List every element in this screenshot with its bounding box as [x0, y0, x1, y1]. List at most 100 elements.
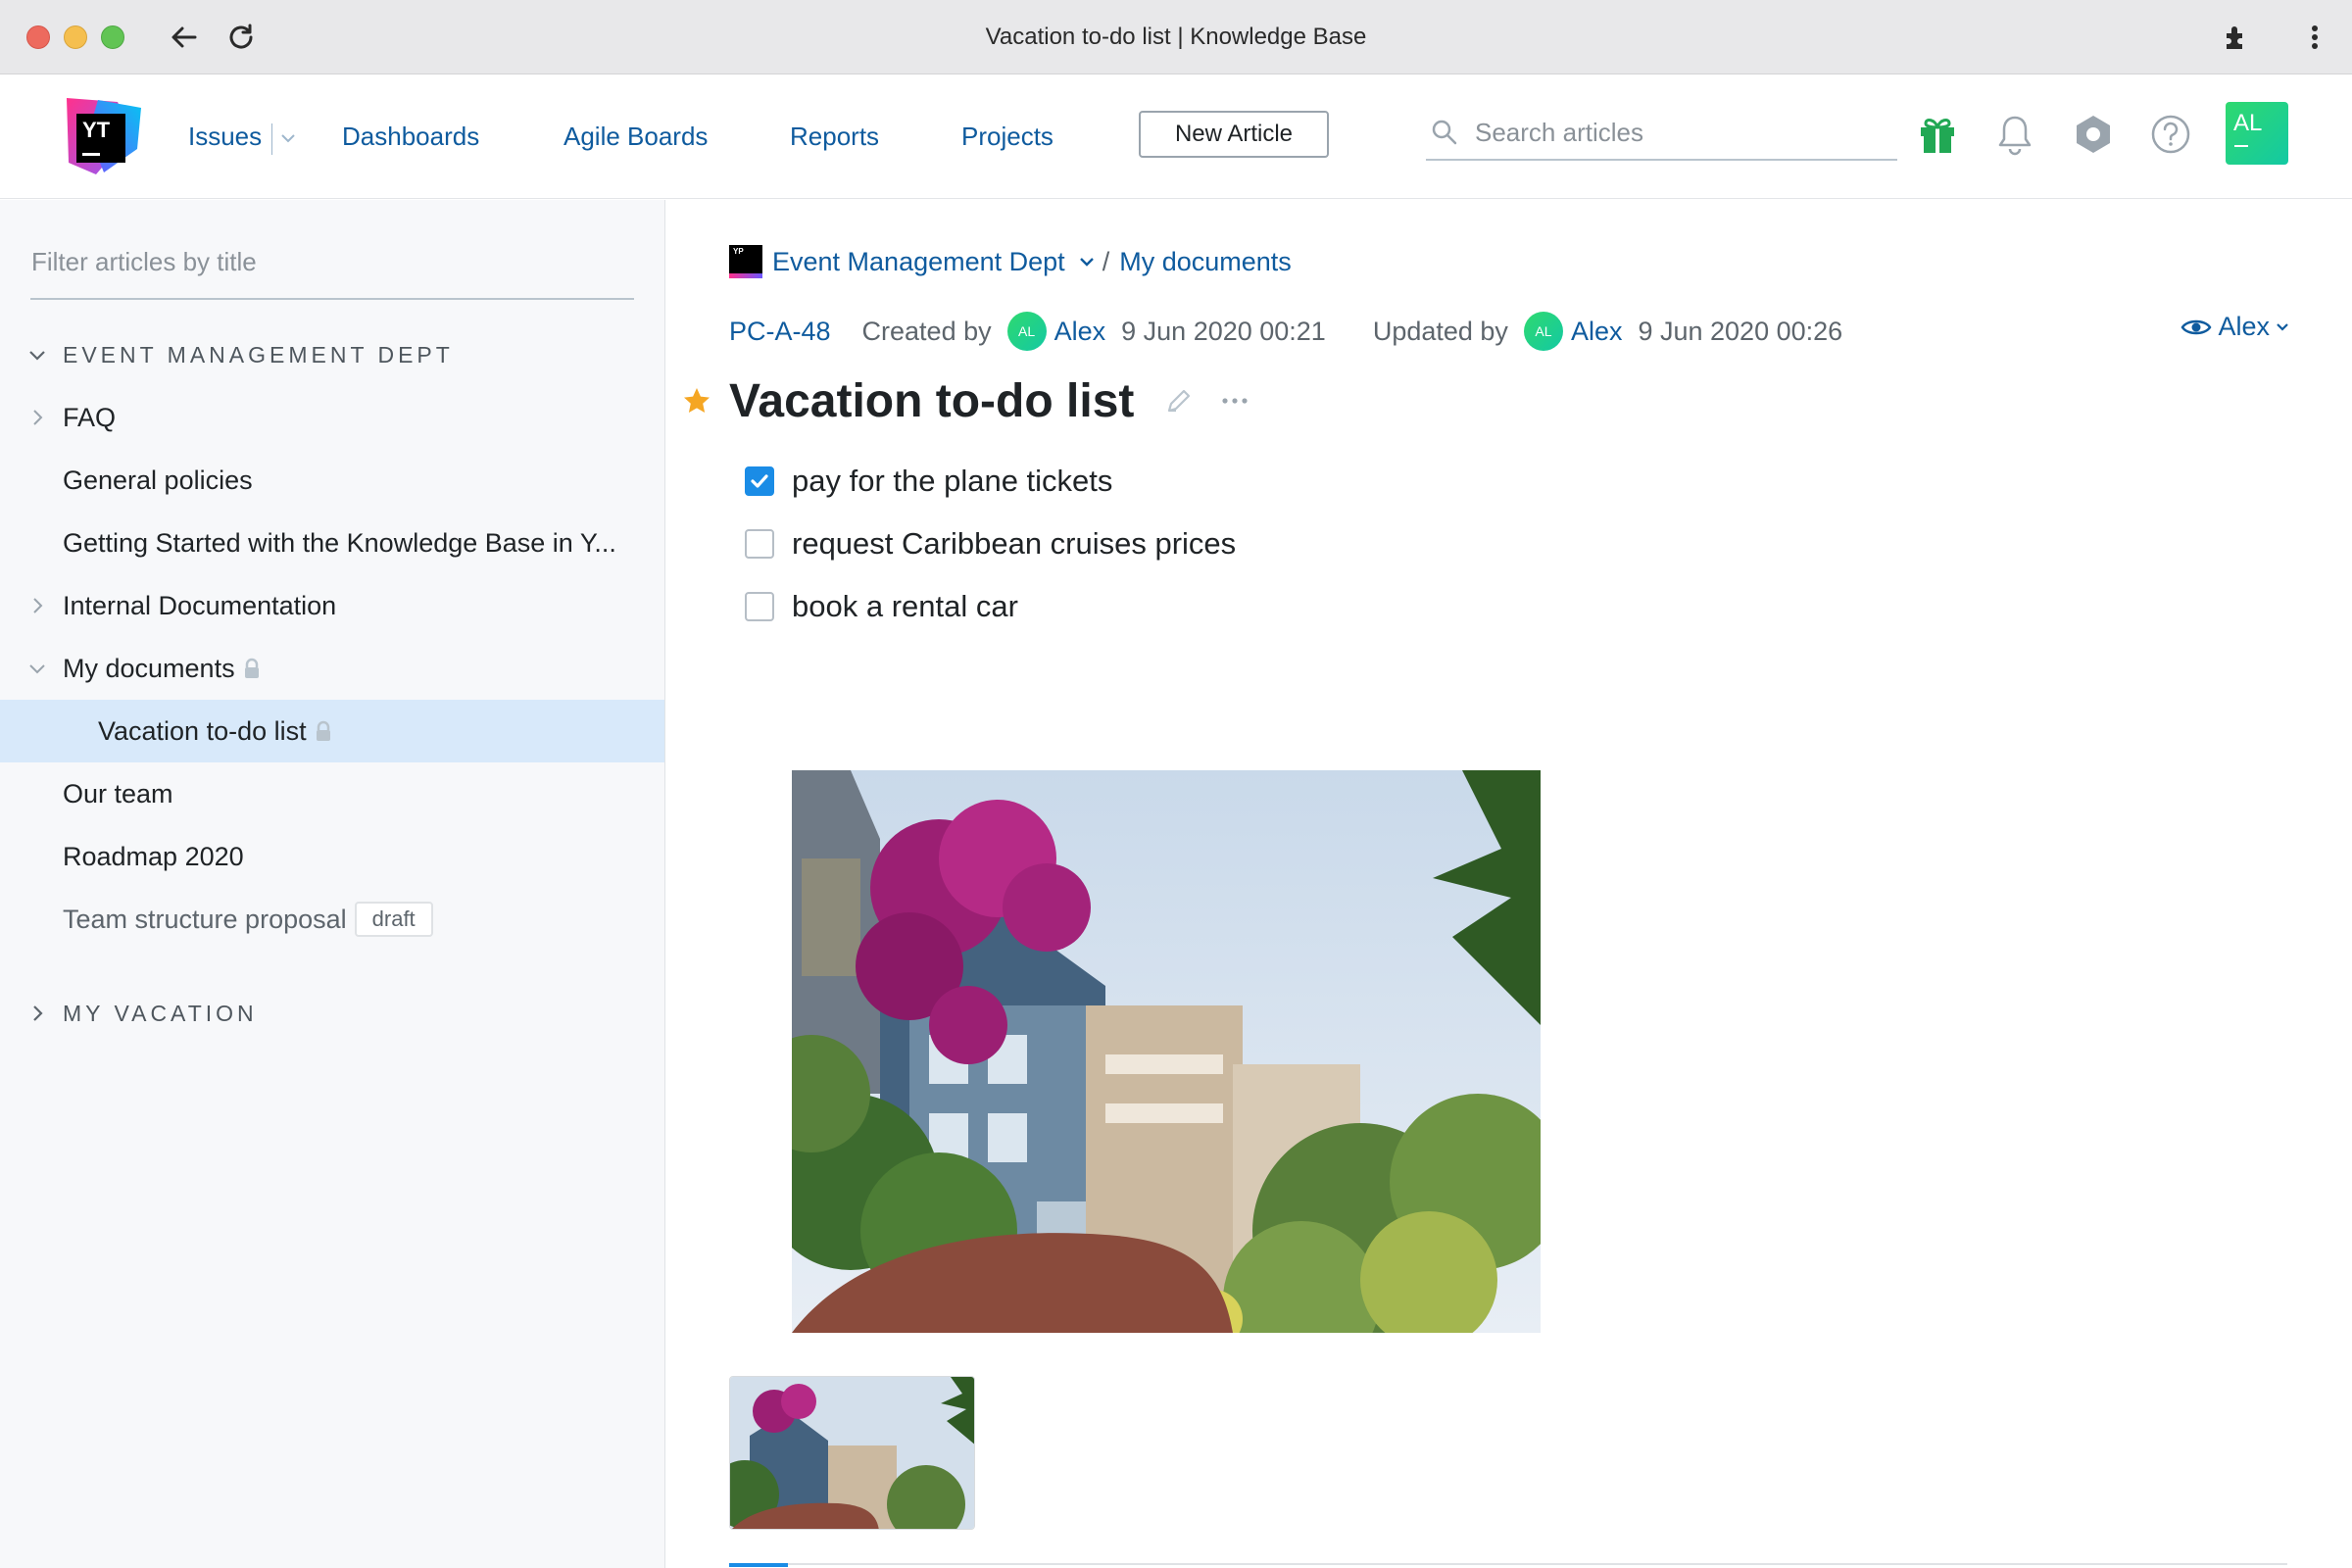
filter-placeholder: Filter articles by title — [31, 247, 257, 276]
lock-icon — [315, 702, 332, 764]
help-icon[interactable] — [2146, 110, 2195, 159]
tree-item-label: FAQ — [63, 403, 117, 432]
back-arrow-icon[interactable] — [167, 20, 202, 55]
search-input[interactable]: Search articles — [1426, 110, 1897, 161]
tree-item-label: Vacation to-do list — [98, 716, 307, 746]
nav-agile-boards[interactable]: Agile Boards — [564, 74, 708, 199]
updated-label: Updated by — [1372, 316, 1508, 346]
star-icon[interactable] — [682, 386, 711, 416]
pencil-icon[interactable] — [1163, 385, 1195, 416]
created-label: Created by — [861, 316, 992, 346]
author-avatar[interactable]: AL — [1523, 312, 1563, 351]
tree-item-label: Team structure proposal — [63, 905, 347, 934]
extensions-icon[interactable] — [2219, 20, 2254, 55]
user-avatar[interactable]: AL — [2226, 102, 2288, 165]
settings-icon[interactable] — [2069, 110, 2118, 159]
chevron-right-icon[interactable] — [27, 386, 47, 449]
close-window-button[interactable] — [26, 25, 50, 49]
todo-text: pay for the plane tickets — [792, 464, 1113, 498]
nav-issues[interactable]: Issues — [188, 74, 262, 199]
tree-item-roadmap-2020[interactable]: Roadmap 2020 — [0, 825, 664, 888]
article-meta: PC-A-48 Created by AL Alex 9 Jun 2020 00… — [729, 310, 1842, 353]
search-placeholder: Search articles — [1475, 118, 1643, 147]
tree-item-label: Roadmap 2020 — [63, 842, 244, 871]
filter-articles-input[interactable]: Filter articles by title — [30, 235, 634, 300]
image-thumbnail[interactable] — [729, 1376, 975, 1530]
avatar-initials: AL — [2233, 110, 2263, 136]
author-avatar[interactable]: AL — [1006, 312, 1047, 351]
article-id[interactable]: PC-A-48 — [729, 317, 831, 347]
title-row: Vacation to-do list — [682, 367, 1250, 435]
gift-icon[interactable] — [1913, 110, 1962, 159]
more-icon[interactable] — [1220, 396, 1250, 406]
app-header: YT Issues Dashboards Agile Boards Report… — [0, 74, 2352, 199]
browser-menu-icon[interactable] — [2297, 20, 2332, 55]
tree-item-vacation-to-do-list[interactable]: Vacation to-do list — [0, 700, 664, 762]
article-view: YP Event Management Dept / My documents … — [666, 200, 2352, 1568]
section-event-management-dept[interactable]: EVENT MANAGEMENT DEPT — [0, 323, 664, 386]
breadcrumb-parent[interactable]: My documents — [1119, 247, 1292, 277]
tree-item-label: Our team — [63, 779, 173, 808]
draft-badge: draft — [354, 902, 433, 937]
search-icon — [1430, 118, 1459, 152]
created-author[interactable]: Alex — [1054, 317, 1106, 347]
lock-icon — [243, 639, 261, 702]
checkbox[interactable] — [745, 592, 774, 621]
visibility-selector[interactable]: Alex — [2180, 312, 2289, 342]
chevron-down-icon[interactable] — [1079, 256, 1095, 268]
reload-icon[interactable] — [223, 20, 259, 55]
article-image[interactable] — [792, 770, 1541, 1333]
chevron-right-icon[interactable] — [27, 982, 47, 1045]
new-article-button[interactable]: New Article — [1139, 111, 1329, 158]
tree-item-label: My documents — [63, 654, 235, 683]
maximize-window-button[interactable] — [101, 25, 124, 49]
tree-item-my-documents[interactable]: My documents — [0, 637, 664, 700]
chevron-right-icon[interactable] — [27, 574, 47, 637]
chevron-down-icon[interactable] — [280, 131, 296, 149]
breadcrumb-project[interactable]: Event Management Dept — [772, 247, 1065, 277]
created-date: 9 Jun 2020 00:21 — [1121, 316, 1326, 346]
chevron-down-icon — [2276, 322, 2289, 332]
section-my-vacation[interactable]: MY VACATION — [0, 982, 664, 1045]
nav-dashboards[interactable]: Dashboards — [342, 74, 479, 199]
youtrack-logo[interactable]: YT — [59, 94, 143, 178]
section-title: EVENT MANAGEMENT DEPT — [63, 342, 454, 368]
nav-projects[interactable]: Projects — [961, 74, 1054, 199]
section-title: MY VACATION — [63, 1001, 258, 1026]
minimize-window-button[interactable] — [64, 25, 87, 49]
todo-text: book a rental car — [792, 589, 1018, 623]
sidebar: Filter articles by title EVENT MANAGEMEN… — [0, 200, 665, 1568]
updated-author[interactable]: Alex — [1571, 317, 1623, 347]
avatar-initials: AL — [1535, 323, 1552, 339]
visibility-label: Alex — [2218, 312, 2270, 341]
todo-item: pay for the plane tickets — [745, 457, 1112, 506]
chevron-down-icon[interactable] — [27, 637, 47, 700]
tree-item-label: Internal Documentation — [63, 591, 337, 620]
bell-icon[interactable] — [1990, 110, 2039, 159]
nav-reports[interactable]: Reports — [790, 74, 879, 199]
browser-toolbar: Vacation to-do list | Knowledge Base — [0, 0, 2352, 74]
tree-item-internal-documentation[interactable]: Internal Documentation — [0, 574, 664, 637]
chevron-down-icon[interactable] — [27, 323, 47, 386]
breadcrumb: YP Event Management Dept / My documents — [729, 245, 1292, 278]
checkbox[interactable] — [745, 466, 774, 496]
tree-item-our-team[interactable]: Our team — [0, 762, 664, 825]
tree-item-general-policies[interactable]: General policies — [0, 449, 664, 512]
avatar-initials: AL — [1018, 323, 1036, 339]
window-title: Vacation to-do list | Knowledge Base — [985, 24, 1367, 50]
nav-separator — [271, 123, 272, 155]
tree-item-label: Getting Started with the Knowledge Base … — [63, 528, 616, 558]
active-tab-indicator — [729, 1563, 788, 1567]
checkmark-icon — [751, 474, 768, 488]
todo-text: request Caribbean cruises prices — [792, 526, 1237, 561]
tree-item-faq[interactable]: FAQ — [0, 386, 664, 449]
divider — [729, 1563, 2287, 1565]
checkbox[interactable] — [745, 529, 774, 559]
project-icon: YP — [729, 245, 762, 278]
tree-item-getting-started[interactable]: Getting Started with the Knowledge Base … — [0, 512, 664, 574]
tree-item-team-structure-proposal[interactable]: Team structure proposal draft — [0, 888, 664, 951]
tree-item-label: General policies — [63, 466, 253, 495]
breadcrumb-separator: / — [1102, 246, 1110, 276]
todo-item: request Caribbean cruises prices — [745, 519, 1236, 568]
todo-item: book a rental car — [745, 582, 1018, 631]
